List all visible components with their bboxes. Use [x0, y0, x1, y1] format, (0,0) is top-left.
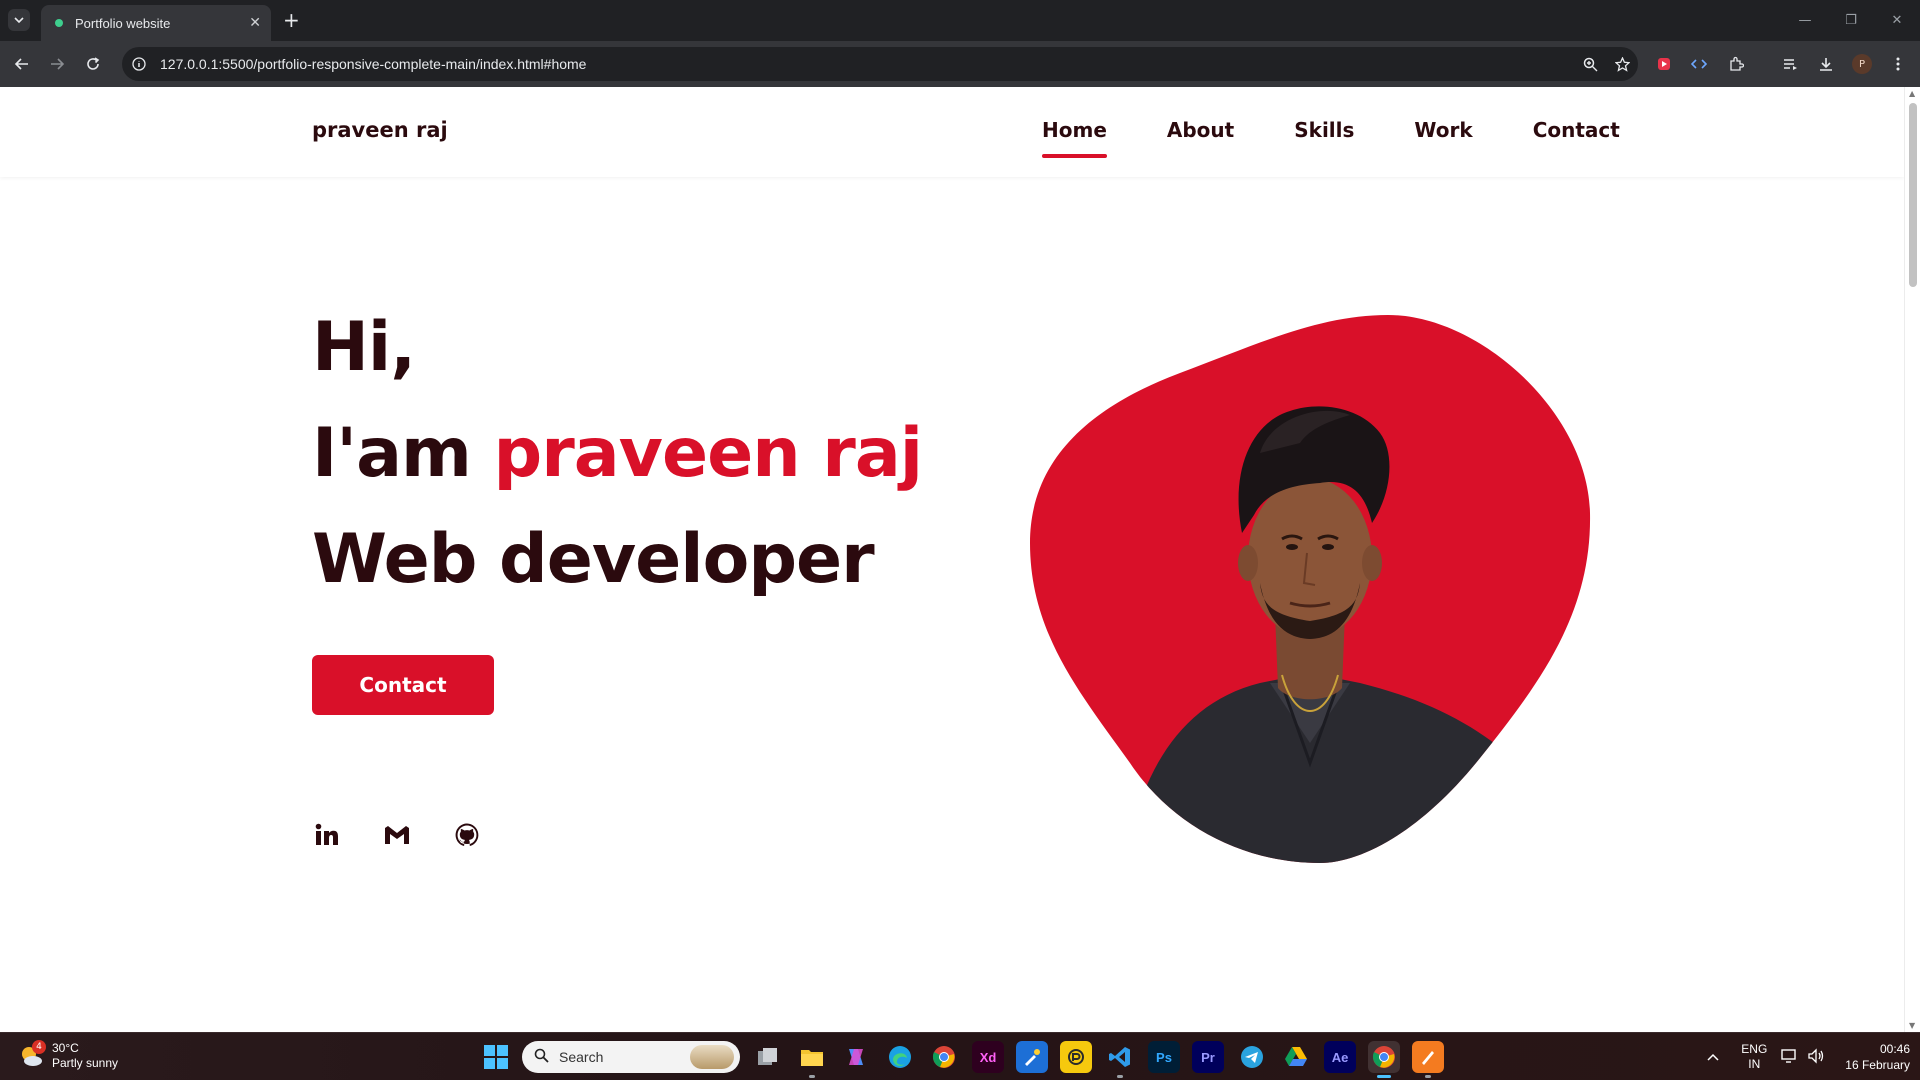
show-hidden-icons[interactable]	[1707, 1050, 1719, 1064]
windows-logo-tile	[497, 1058, 508, 1069]
page-scrollbar[interactable]: ▲ ▼	[1904, 87, 1920, 1032]
search-highlight-image	[690, 1045, 734, 1069]
site-logo[interactable]: praveen raj	[312, 118, 448, 142]
windows-logo-tile	[484, 1058, 495, 1069]
nav-item-skills[interactable]: Skills	[1294, 118, 1354, 142]
lang-top: ENG	[1741, 1042, 1768, 1056]
new-tab-button[interactable]: +	[283, 10, 300, 30]
forward-button[interactable]	[45, 52, 69, 76]
app-yellow-icon[interactable]	[1060, 1041, 1092, 1073]
network-icon[interactable]	[1781, 1048, 1799, 1067]
taskbar: 4 30°C Partly sunny Search Xd Ps Pr Ae E…	[0, 1032, 1920, 1080]
clock-time: 00:46	[1879, 1042, 1910, 1056]
download-icon[interactable]	[1814, 52, 1838, 76]
nav-item-contact[interactable]: Contact	[1533, 118, 1620, 142]
chrome-icon[interactable]	[928, 1041, 960, 1073]
arrow-left-icon	[14, 58, 28, 70]
browser-menu-icon[interactable]	[1886, 52, 1910, 76]
extensions-puzzle-icon[interactable]	[1724, 52, 1748, 76]
hero-portrait	[1030, 315, 1591, 863]
photoshop-icon[interactable]: Ps	[1148, 1041, 1180, 1073]
weather-temp: 30°C	[52, 1041, 79, 1055]
close-tab-icon[interactable]: ✕	[249, 15, 261, 31]
hero-intro: I'am praveen raj	[312, 401, 923, 507]
contact-button[interactable]: Contact	[312, 655, 494, 715]
hero-intro-prefix: I'am	[312, 414, 494, 493]
taskbar-apps: Xd Ps Pr Ae	[752, 1041, 1456, 1078]
clock-date: 16 February	[1845, 1058, 1910, 1072]
scroll-down-icon[interactable]: ▼	[1909, 1021, 1915, 1030]
hero-name: praveen raj	[493, 414, 923, 493]
chevron-down-icon	[14, 17, 24, 24]
app-orange-icon[interactable]	[1412, 1041, 1444, 1078]
tab-title: Portfolio website	[75, 15, 171, 31]
scrollbar-thumb[interactable]	[1909, 103, 1917, 287]
back-button[interactable]	[10, 52, 34, 76]
start-button[interactable]	[484, 1045, 508, 1069]
adobe-xd-icon[interactable]: Xd	[972, 1041, 1004, 1073]
close-window-icon[interactable]: ✕	[1874, 0, 1920, 40]
language-indicator[interactable]: ENG IN	[1741, 1042, 1767, 1072]
copilot-icon[interactable]	[840, 1041, 872, 1073]
zoom-icon[interactable]	[1574, 57, 1606, 72]
task-view-icon[interactable]	[752, 1041, 784, 1073]
hero-heading: Hi, I'am praveen raj Web developer	[312, 295, 923, 613]
extension-red-icon[interactable]	[1652, 52, 1676, 76]
hero-role: Web developer	[312, 520, 875, 599]
browser-tab[interactable]: Portfolio website ✕	[41, 5, 271, 41]
telegram-icon[interactable]	[1236, 1041, 1268, 1073]
profile-avatar[interactable]: P	[1852, 54, 1872, 74]
restore-icon[interactable]: ❐	[1828, 0, 1874, 40]
weather-widget[interactable]: 4 30°C Partly sunny	[18, 1040, 119, 1071]
github-icon[interactable]	[452, 820, 482, 850]
scroll-up-icon[interactable]: ▲	[1909, 89, 1915, 98]
reload-button[interactable]	[81, 52, 105, 76]
paint-icon[interactable]	[1016, 1041, 1048, 1073]
gmail-icon[interactable]	[382, 820, 412, 850]
media-queue-icon[interactable]	[1778, 52, 1802, 76]
tab-search-button[interactable]	[8, 9, 30, 31]
url-text: 127.0.0.1:5500/portfolio-responsive-comp…	[160, 56, 587, 72]
arrow-right-icon	[51, 58, 65, 70]
address-bar[interactable]: 127.0.0.1:5500/portfolio-responsive-comp…	[122, 47, 1638, 81]
main-nav: Home About Skills Work Contact	[1042, 118, 1620, 158]
weather-badge: 4	[32, 1040, 46, 1054]
after-effects-icon[interactable]: Ae	[1324, 1041, 1356, 1073]
page-viewport: praveen raj Home About Skills Work Conta…	[0, 87, 1920, 1032]
premiere-icon[interactable]: Pr	[1192, 1041, 1224, 1073]
hero-greeting: Hi,	[312, 308, 416, 387]
search-placeholder: Search	[559, 1049, 604, 1065]
nav-item-about[interactable]: About	[1167, 118, 1234, 142]
chrome-active-icon[interactable]	[1368, 1041, 1400, 1078]
system-tray: ENG IN 00:46 16 February	[1707, 1039, 1910, 1075]
minimize-icon[interactable]: —	[1782, 0, 1828, 40]
search-icon	[534, 1048, 549, 1066]
vscode-icon[interactable]	[1104, 1041, 1136, 1078]
bookmark-star-icon[interactable]	[1606, 56, 1638, 72]
lang-bottom: IN	[1748, 1057, 1761, 1071]
extension-code-icon[interactable]	[1687, 52, 1711, 76]
google-drive-icon[interactable]	[1280, 1041, 1312, 1073]
site-header: praveen raj Home About Skills Work Conta…	[0, 87, 1904, 177]
nav-item-work[interactable]: Work	[1414, 118, 1472, 142]
browser-toolbar: 127.0.0.1:5500/portfolio-responsive-comp…	[0, 41, 1920, 87]
nav-item-home[interactable]: Home	[1042, 118, 1107, 158]
system-clock[interactable]: 00:46 16 February	[1845, 1041, 1910, 1073]
windows-logo-tile	[484, 1045, 495, 1056]
weather-desc: Partly sunny	[52, 1056, 119, 1070]
reload-icon	[87, 57, 100, 70]
taskbar-search-box[interactable]: Search	[522, 1041, 740, 1073]
volume-icon[interactable]	[1807, 1047, 1825, 1067]
edge-icon[interactable]	[884, 1041, 916, 1073]
linkedin-icon[interactable]	[312, 820, 342, 850]
windows-logo-tile	[497, 1045, 508, 1056]
window-controls: — ❐ ✕	[1782, 0, 1920, 40]
site-info-icon[interactable]	[122, 57, 156, 71]
file-explorer-icon[interactable]	[796, 1041, 828, 1078]
partly-sunny-icon: 4	[18, 1040, 46, 1069]
browser-tab-strip: Portfolio website ✕ + — ❐ ✕	[0, 0, 1920, 41]
tab-favicon-icon	[55, 19, 63, 27]
social-links	[312, 820, 522, 850]
